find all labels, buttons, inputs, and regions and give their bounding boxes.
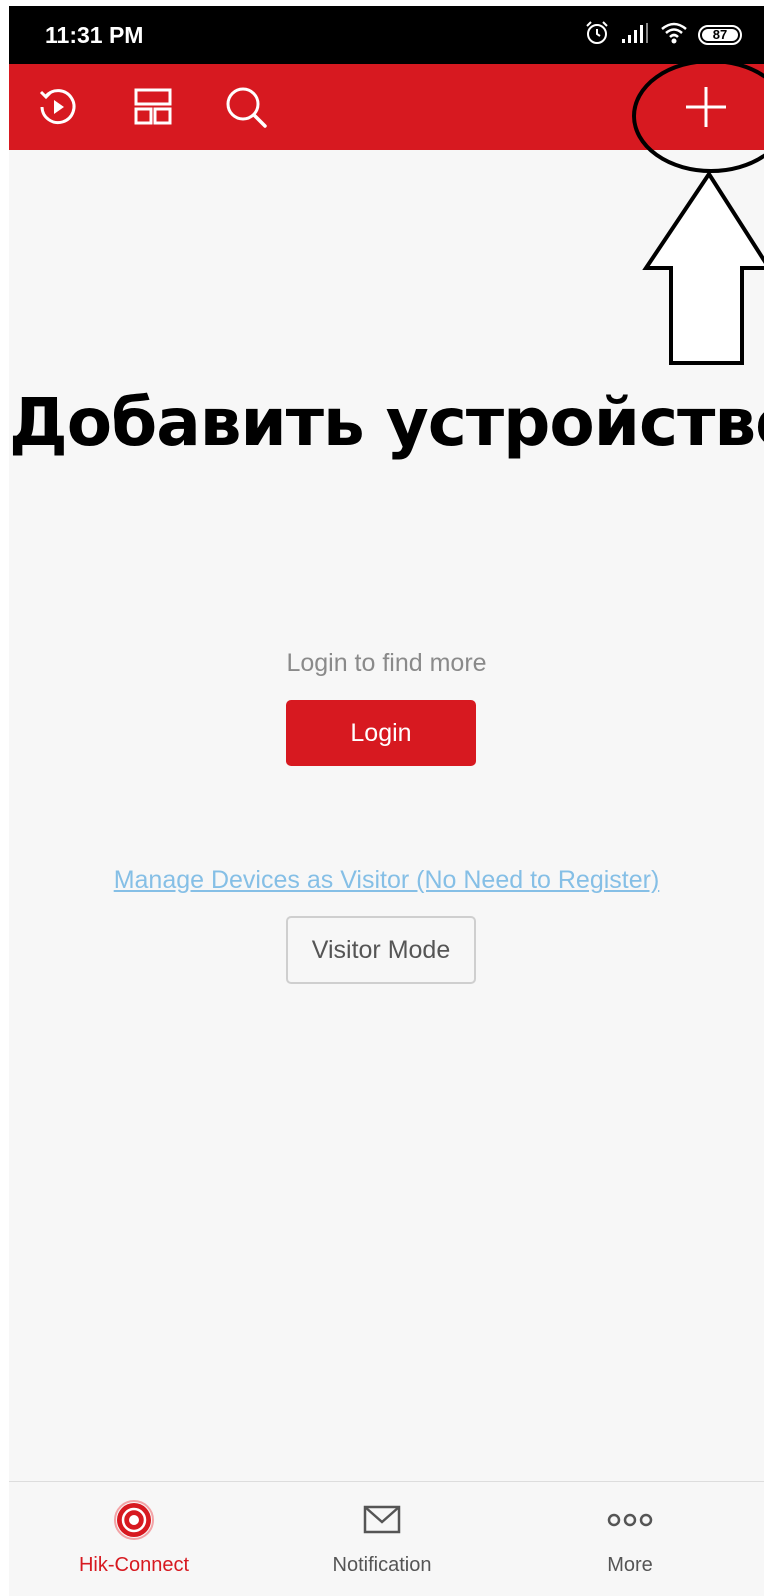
status-icons: 87: [584, 20, 742, 50]
visitor-mode-link[interactable]: Manage Devices as Visitor (No Need to Re…: [9, 866, 764, 895]
hik-connect-icon: [112, 1498, 156, 1547]
nav-item-hik-connect[interactable]: Hik-Connect: [9, 1482, 259, 1596]
search-icon: [221, 82, 271, 132]
add-device-button[interactable]: [681, 82, 731, 132]
wifi-icon: [660, 21, 688, 50]
layout-icon: [128, 82, 178, 132]
nav-item-more[interactable]: More: [505, 1482, 755, 1596]
status-time: 11:31 PM: [45, 22, 144, 48]
search-button[interactable]: [221, 82, 271, 132]
annotation-caption: Добавить устройство: [9, 384, 764, 461]
battery-icon: 87: [698, 25, 742, 45]
add-icon: [681, 82, 731, 132]
nav-label-notification: Notification: [332, 1554, 432, 1576]
alarm-icon: [584, 20, 610, 51]
signal-icon: [620, 21, 650, 50]
login-button[interactable]: Login: [286, 700, 476, 766]
playback-icon: [33, 82, 83, 132]
nav-label-more: More: [607, 1554, 653, 1576]
top-toolbar: [9, 64, 764, 150]
nav-item-notification[interactable]: Notification: [257, 1482, 507, 1596]
nav-label-hik-connect: Hik-Connect: [78, 1554, 190, 1576]
bottom-nav: Hik-Connect Notification More: [9, 1481, 764, 1596]
app-screen: 11:31 PM 87 Добавить устройство Login to…: [9, 6, 764, 1596]
login-prompt: Login to find more: [286, 649, 487, 677]
status-bar: 11:31 PM 87: [9, 6, 764, 64]
annotation-arrow: [642, 170, 764, 365]
battery-level: 87: [712, 27, 728, 42]
more-dots-icon: [605, 1498, 655, 1547]
envelope-icon: [360, 1498, 404, 1547]
playback-button[interactable]: [33, 82, 83, 132]
layout-button[interactable]: [128, 82, 178, 132]
visitor-mode-button[interactable]: Visitor Mode: [286, 916, 476, 984]
